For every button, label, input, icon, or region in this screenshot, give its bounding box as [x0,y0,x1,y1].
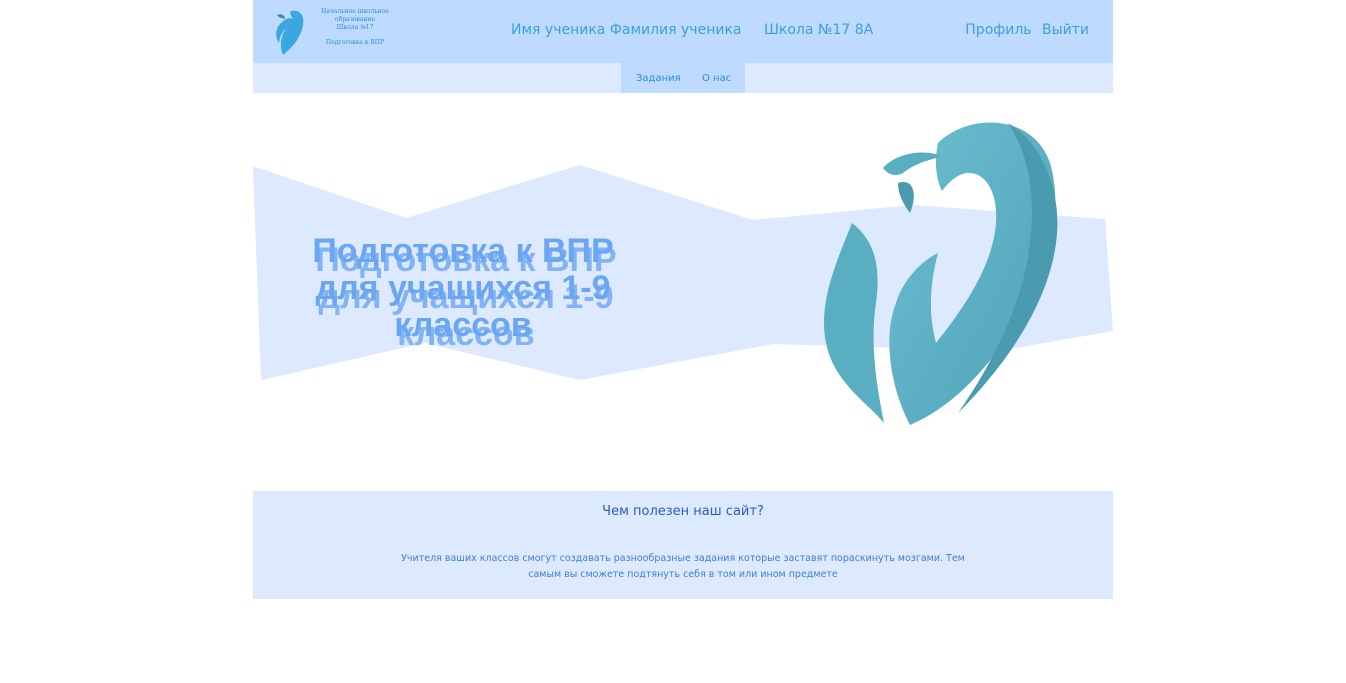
logo-caption: Начальное школьное образование Школа №17… [305,8,405,47]
school-class: Школа №17 8А [763,22,874,38]
nav-bar: Задания О нас [253,63,1113,93]
student-name: Имя ученика Фамилия ученика [511,22,742,38]
logout-link[interactable]: Выйти [1042,22,1089,38]
bird-emblem-icon [824,122,1058,425]
hero-title-line-3: классов [394,306,532,344]
profile-link[interactable]: Профиль [965,22,1031,38]
info-section: Чем полезен наш сайт? Учителя ваших клас… [253,491,1113,599]
page: Начальное школьное образование Школа №17… [253,0,1113,683]
nav-tab-about[interactable]: О нас [702,73,731,84]
site-logo[interactable]: Начальное школьное образование Школа №17… [269,5,389,59]
nav-tab-tasks[interactable]: Задания [636,73,681,84]
hero-title-line-2: для учащихся 1-9 [315,269,611,307]
hero-banner: Подготовка к ВПР для учащихся 1-9 классо… [253,93,1113,473]
user-info: Имя ученика Фамилия ученика Школа №17 8А [511,22,891,38]
hero-title: Подготовка к ВПР для учащихся 1-9 классо… [293,233,633,344]
info-text: Учителя ваших классов смогут создавать р… [401,553,965,580]
logo-subtitle: Подготовка к ВПР [325,39,385,46]
bird-logo-icon [276,10,304,55]
hero-title-line-1: Подготовка к ВПР [312,232,614,270]
logo-line-1: Начальное школьное [321,8,389,15]
header-actions: Профиль Выйти [959,22,1089,38]
logo-line-2: образование [334,16,376,23]
nav-tabs: Задания О нас [621,63,745,93]
info-title: Чем полезен наш сайт? [602,504,764,519]
logo-line-3: Школа №17 [336,24,374,31]
site-header: Начальное школьное образование Школа №17… [253,0,1113,63]
